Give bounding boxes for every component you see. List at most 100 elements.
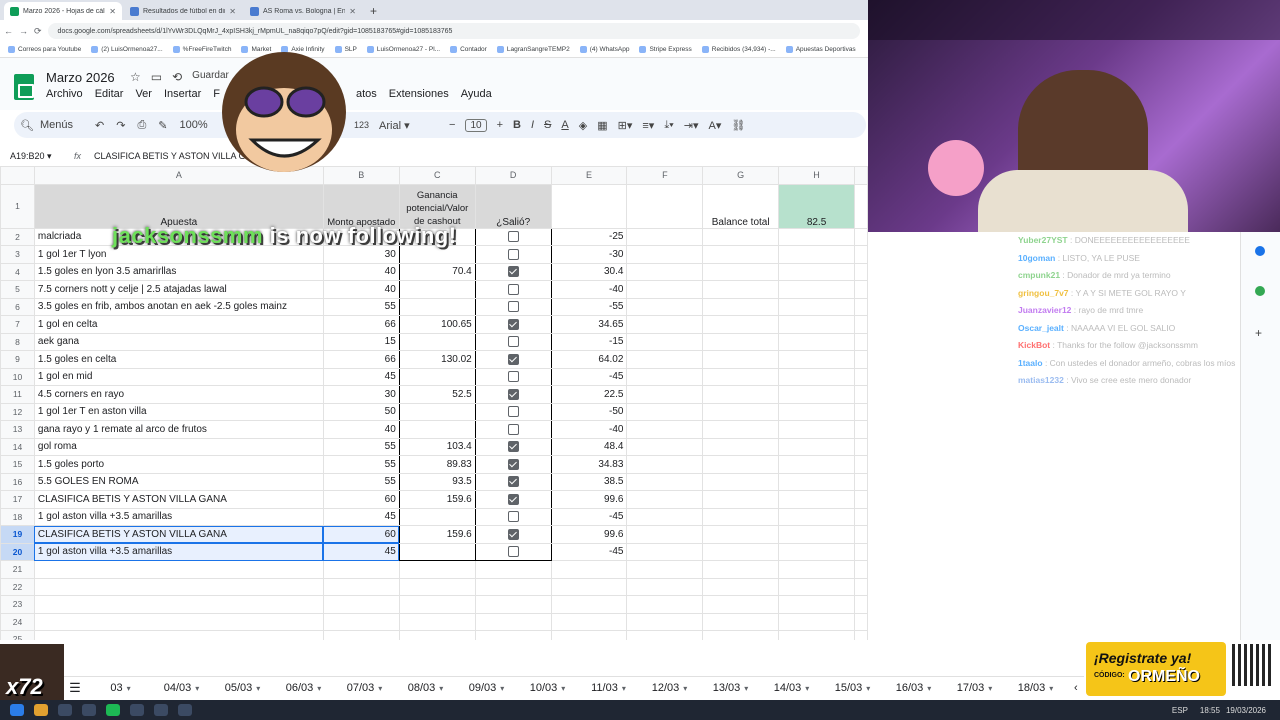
cell-g[interactable] [702,455,780,474]
empty-cell[interactable] [474,577,552,596]
cell-f1[interactable] [626,183,704,229]
browser-tab-results[interactable]: Resultados de fútbol en directo ✕ [124,2,242,20]
empty-cell[interactable] [398,577,476,596]
row-header[interactable]: 11 [0,385,35,404]
row-header[interactable]: 3 [0,245,35,264]
add-addon-icon[interactable]: + [1255,326,1280,340]
menu-archivo[interactable]: Archivo [46,88,83,100]
cell-salio[interactable] [474,507,552,526]
cell-g[interactable] [702,332,780,351]
empty-cell[interactable] [626,577,704,596]
maps-icon[interactable] [1255,286,1265,296]
cell-salio[interactable] [474,315,552,334]
cell-g[interactable] [702,245,780,264]
cell-apuesta[interactable]: 1 gol aston villa +3.5 amarillas [33,507,324,526]
cell-f[interactable] [626,245,704,264]
empty-cell[interactable] [474,595,552,614]
increase-font-icon[interactable]: + [497,119,503,131]
cell-ganancia[interactable]: 159.6 [398,525,476,544]
menu-ver[interactable]: Ver [135,88,152,100]
cell-h[interactable] [778,297,855,316]
vertical-align-icon[interactable]: ⤓▾ [664,119,673,132]
empty-cell[interactable] [550,595,628,614]
cell-f[interactable] [626,367,704,386]
cell-f[interactable] [626,350,704,369]
new-tab-icon[interactable]: + [370,2,377,20]
bold-icon[interactable]: B [513,119,521,131]
cell-apuesta[interactable]: 1.5 goles en celta [33,350,324,369]
cell-ganancia[interactable]: 130.02 [398,350,476,369]
sheet-tab[interactable]: 17/03 ▾ [944,682,1005,694]
cell-apuesta[interactable]: 3.5 goles en frib, ambos anotan en aek -… [33,297,324,316]
url-field[interactable]: docs.google.com/spreadsheets/d/1lYvWr3DL… [47,23,860,39]
cell-monto[interactable]: 55 [322,297,400,316]
print-icon[interactable]: ⎙ [137,119,146,132]
empty-cell[interactable] [398,595,476,614]
empty-cell[interactable] [322,577,400,596]
bookmark-item[interactable]: Stripe Express [639,46,692,53]
back-icon[interactable]: ← [4,26,13,36]
close-tab-icon[interactable]: ✕ [109,7,116,16]
row-header[interactable]: 23 [0,595,35,614]
checkbox-unchecked[interactable] [507,336,519,348]
sheet-tab[interactable]: 04/03 ▾ [151,682,212,694]
row-header[interactable]: 13 [0,420,35,439]
cell-resultado[interactable]: 38.5 [550,472,628,491]
checkbox-checked[interactable] [507,266,519,278]
cell-monto[interactable]: 30 [322,385,400,404]
cell-g[interactable] [702,315,780,334]
sheet-tab-menu-icon[interactable]: ▾ [1049,684,1053,693]
cell-salio[interactable] [474,262,552,281]
sheet-tab-menu-icon[interactable]: ▾ [927,684,931,693]
cell-salio[interactable] [474,385,552,404]
bookmark-item[interactable]: Apuestas Deportivas [785,46,856,53]
cell-resultado[interactable]: -45 [550,542,628,561]
app-icon[interactable] [178,704,192,716]
row-header[interactable]: 20 [0,542,35,561]
empty-cell[interactable] [778,612,855,631]
bookmark-item[interactable]: LuisOrmenoa27 - Pl... [366,46,440,53]
cell-apuesta[interactable]: 1 gol aston villa +3.5 amarillas [33,542,324,561]
chrome-icon[interactable] [34,704,48,716]
cell-g[interactable] [702,262,780,281]
checkbox-unchecked[interactable] [507,423,519,435]
cell-resultado[interactable]: 99.6 [550,525,628,544]
cell-g[interactable] [702,490,780,509]
sheet-tab[interactable]: 11/03 ▾ [578,682,639,694]
cell-resultado[interactable]: 99.6 [550,490,628,509]
menu-insertar[interactable]: Insertar [164,88,201,100]
cell-g[interactable] [702,402,780,421]
sheet-tab[interactable]: 08/03 ▾ [395,682,456,694]
menu-ayuda[interactable]: Ayuda [461,88,492,100]
sheet-tab-menu-icon[interactable]: ▾ [988,684,992,693]
cell-resultado[interactable]: 64.02 [550,350,628,369]
cell-g[interactable] [702,472,780,491]
cell-resultado[interactable]: 34.65 [550,315,628,334]
cell-f[interactable] [626,402,704,421]
empty-cell[interactable] [778,595,855,614]
sheet-tab-menu-icon[interactable]: ▾ [622,684,626,693]
cell-h[interactable] [778,350,855,369]
cell-g[interactable] [702,437,780,456]
cell-monto[interactable]: 15 [322,332,400,351]
cell-ganancia[interactable] [398,297,476,316]
cell-f[interactable] [626,490,704,509]
sheet-tab[interactable]: 13/03 ▾ [700,682,761,694]
all-sheets-icon[interactable]: ☰ [60,680,90,696]
cell-resultado[interactable]: -45 [550,507,628,526]
empty-cell[interactable] [702,560,780,579]
font-select[interactable]: Arial ▾ [379,119,439,132]
search-menus-icon[interactable]: 🔍︎ [20,119,34,132]
cell-h[interactable] [778,227,855,246]
empty-cell[interactable] [398,560,476,579]
cell-g[interactable] [702,507,780,526]
bookmark-item[interactable]: Contador [450,46,487,53]
row-header[interactable]: 4 [0,262,35,281]
cell-g[interactable] [702,350,780,369]
cell-f[interactable] [626,437,704,456]
checkbox-checked[interactable] [507,388,519,400]
empty-cell[interactable] [778,560,855,579]
cell-h[interactable] [778,472,855,491]
cell-apuesta[interactable]: 1 gol 1er T en aston villa [33,402,324,421]
cell-resultado[interactable]: -30 [550,245,628,264]
